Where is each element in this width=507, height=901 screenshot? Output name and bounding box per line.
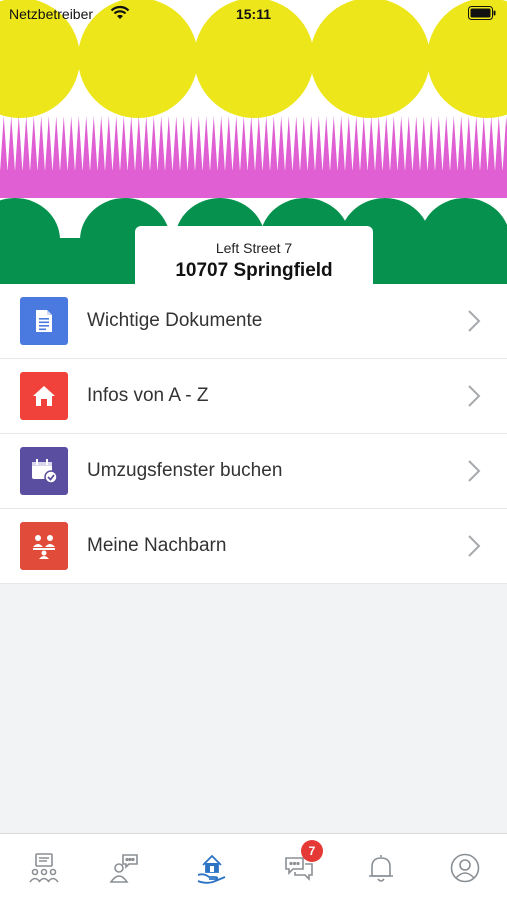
calendar-check-icon — [20, 447, 68, 495]
tab-community[interactable] — [24, 848, 64, 888]
battery-icon — [468, 6, 496, 20]
tab-notifications[interactable] — [361, 848, 401, 888]
status-time: 15:11 — [235, 6, 272, 22]
document-icon — [20, 297, 68, 345]
tab-profile[interactable] — [445, 848, 485, 888]
address-city: 10707 Springfield — [175, 260, 333, 281]
tab-bar: 7 — [0, 833, 507, 901]
menu-item-umzugsfenster-buchen[interactable]: Umzugsfenster buchen — [0, 434, 507, 509]
profile-icon — [450, 853, 480, 883]
chevron-right-icon — [468, 385, 481, 407]
chat-person-icon — [109, 854, 138, 883]
home-icon — [20, 372, 68, 420]
status-bar: Netzbetreiber 15:11 — [0, 0, 507, 28]
home-hand-icon — [197, 854, 226, 884]
menu-item-label: Wichtige Dokumente — [87, 310, 263, 331]
tab-messages[interactable]: 7 — [279, 840, 323, 888]
menu-item-label: Meine Nachbarn — [87, 535, 227, 556]
message-count-badge: 7 — [301, 840, 323, 862]
tab-home[interactable] — [192, 848, 232, 888]
address-street: Left Street 7 — [215, 240, 293, 256]
menu-item-label: Umzugsfenster buchen — [87, 460, 283, 481]
menu-list: Wichtige Dokumente Infos von A - Z Umzug… — [0, 284, 507, 584]
bell-icon — [369, 855, 393, 882]
menu-item-label: Infos von A - Z — [87, 385, 209, 406]
address-card: Left Street 7 10707 Springfield — [135, 226, 373, 296]
chevron-right-icon — [468, 535, 481, 557]
menu-item-infos-von-a-z[interactable]: Infos von A - Z — [0, 359, 507, 434]
pink-spikes — [0, 116, 507, 172]
chevron-right-icon — [468, 310, 481, 332]
menu-item-meine-nachbarn[interactable]: Meine Nachbarn — [0, 509, 507, 584]
chevron-right-icon — [468, 460, 481, 482]
neighbors-icon — [20, 522, 68, 570]
community-icon — [29, 853, 59, 883]
tab-chat-person[interactable] — [104, 848, 144, 888]
